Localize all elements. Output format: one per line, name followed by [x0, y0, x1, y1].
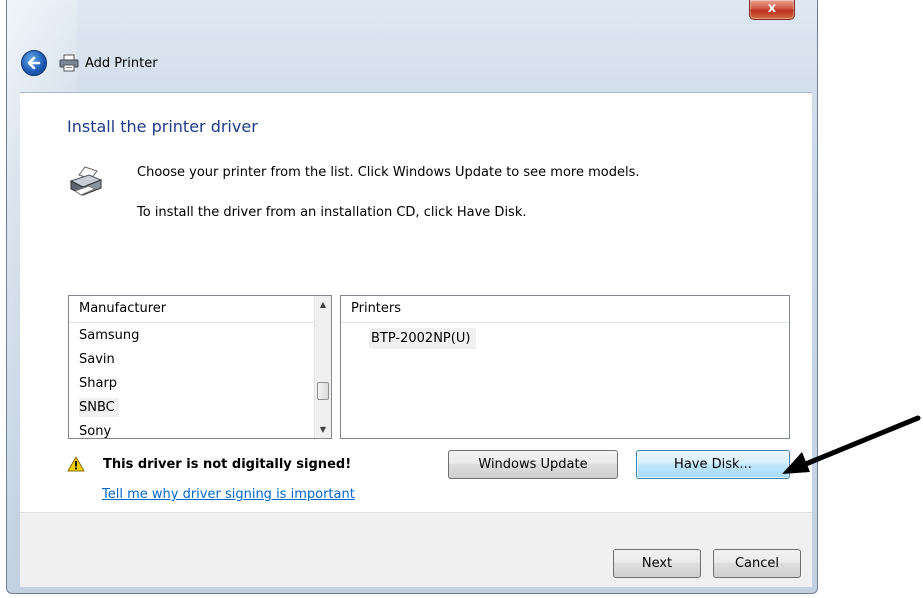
printer-icon [69, 166, 103, 196]
warning-row: This driver is not digitally signed! [67, 456, 351, 472]
content-area: Install the printer driver Choose your p… [20, 92, 812, 513]
cancel-button[interactable]: Cancel [713, 549, 801, 578]
manufacturer-items: Samsung Savin Sharp SNBC Sony [69, 324, 315, 438]
scroll-thumb[interactable] [317, 382, 329, 400]
printers-header: Printers [341, 296, 789, 323]
list-item[interactable]: Samsung [69, 324, 315, 348]
list-item[interactable]: Sony [69, 420, 315, 438]
back-arrow-icon [27, 56, 41, 70]
scroll-down-icon[interactable]: ▼ [315, 421, 331, 438]
printer-icon [59, 54, 79, 72]
annotation-arrow [782, 415, 921, 474]
back-button[interactable] [21, 50, 47, 76]
warning-text: This driver is not digitally signed! [103, 456, 352, 472]
windows-update-button[interactable]: Windows Update [448, 450, 618, 479]
list-item-selected[interactable]: SNBC [69, 396, 315, 420]
window-title: Add Printer [85, 55, 158, 71]
list-item[interactable]: Sharp [69, 372, 315, 396]
have-disk-button[interactable]: Have Disk... [636, 450, 790, 479]
driver-signing-link[interactable]: Tell me why driver signing is important [102, 487, 355, 502]
list-item[interactable]: Savin [69, 348, 315, 372]
manufacturer-header: Manufacturer [69, 296, 331, 323]
warning-icon [67, 456, 85, 472]
manufacturer-scrollbar[interactable]: ▲ ▼ [314, 296, 331, 438]
description-line-1: Choose your printer from the list. Click… [137, 165, 640, 180]
printer-item-selected[interactable]: BTP-2002NP(U) [369, 328, 477, 349]
screen: x Add Printer Install the printer driver [0, 0, 923, 598]
description-line-2: To install the driver from an installati… [137, 205, 527, 220]
next-button[interactable]: Next [613, 549, 701, 578]
printers-list[interactable]: Printers BTP-2002NP(U) [340, 295, 790, 439]
footer-bar: Next Cancel [20, 512, 812, 587]
manufacturer-list[interactable]: Manufacturer Samsung Savin Sharp SNBC So… [68, 295, 332, 439]
page-heading: Install the printer driver [67, 117, 258, 136]
close-button[interactable]: x [749, 0, 795, 20]
scroll-up-icon[interactable]: ▲ [315, 296, 331, 313]
add-printer-window: x Add Printer Install the printer driver [6, 0, 818, 594]
title-row: Add Printer [21, 50, 158, 76]
